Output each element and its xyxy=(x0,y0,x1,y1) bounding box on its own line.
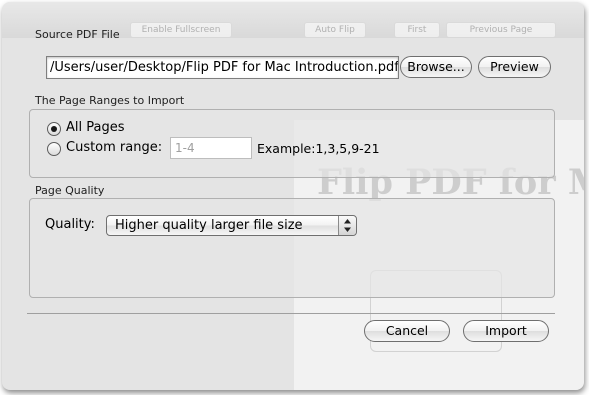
cancel-button[interactable]: Cancel xyxy=(364,320,450,342)
page-quality-group xyxy=(29,198,555,298)
background-first-button: First xyxy=(394,22,440,38)
custom-range-radio[interactable] xyxy=(47,142,61,156)
quality-popup[interactable]: Higher quality larger file size xyxy=(106,215,357,236)
custom-range-input[interactable]: 1-4 xyxy=(170,137,252,159)
all-pages-radio[interactable] xyxy=(47,122,61,136)
popup-arrows-icon xyxy=(338,216,356,235)
quality-label: Quality: xyxy=(45,217,95,232)
all-pages-label[interactable]: All Pages xyxy=(66,120,125,135)
background-autoflip-button: Auto Flip xyxy=(304,22,366,38)
page-ranges-section-label: The Page Ranges to Import xyxy=(35,94,185,107)
browse-button[interactable]: Browse... xyxy=(400,56,472,78)
source-pdf-path-field[interactable]: /Users/user/Desktop/Flip PDF for Mac Int… xyxy=(46,56,399,79)
background-fullscreen-button: Enable Fullscreen xyxy=(130,22,232,38)
background-previous-page-button: Previous Page xyxy=(446,22,556,38)
quality-popup-value: Higher quality larger file size xyxy=(115,218,303,233)
source-pdf-section-label: Source PDF File xyxy=(35,28,120,41)
page-quality-section-label: Page Quality xyxy=(35,184,105,197)
range-example-text: Example:1,3,5,9-21 xyxy=(257,141,380,156)
preview-button[interactable]: Preview xyxy=(478,56,551,78)
custom-range-label[interactable]: Custom range: xyxy=(66,140,162,155)
footer-divider xyxy=(27,313,555,314)
import-pdf-dialog: Enable Fullscreen Auto Flip First Previo… xyxy=(2,2,584,390)
import-button[interactable]: Import xyxy=(463,320,549,342)
